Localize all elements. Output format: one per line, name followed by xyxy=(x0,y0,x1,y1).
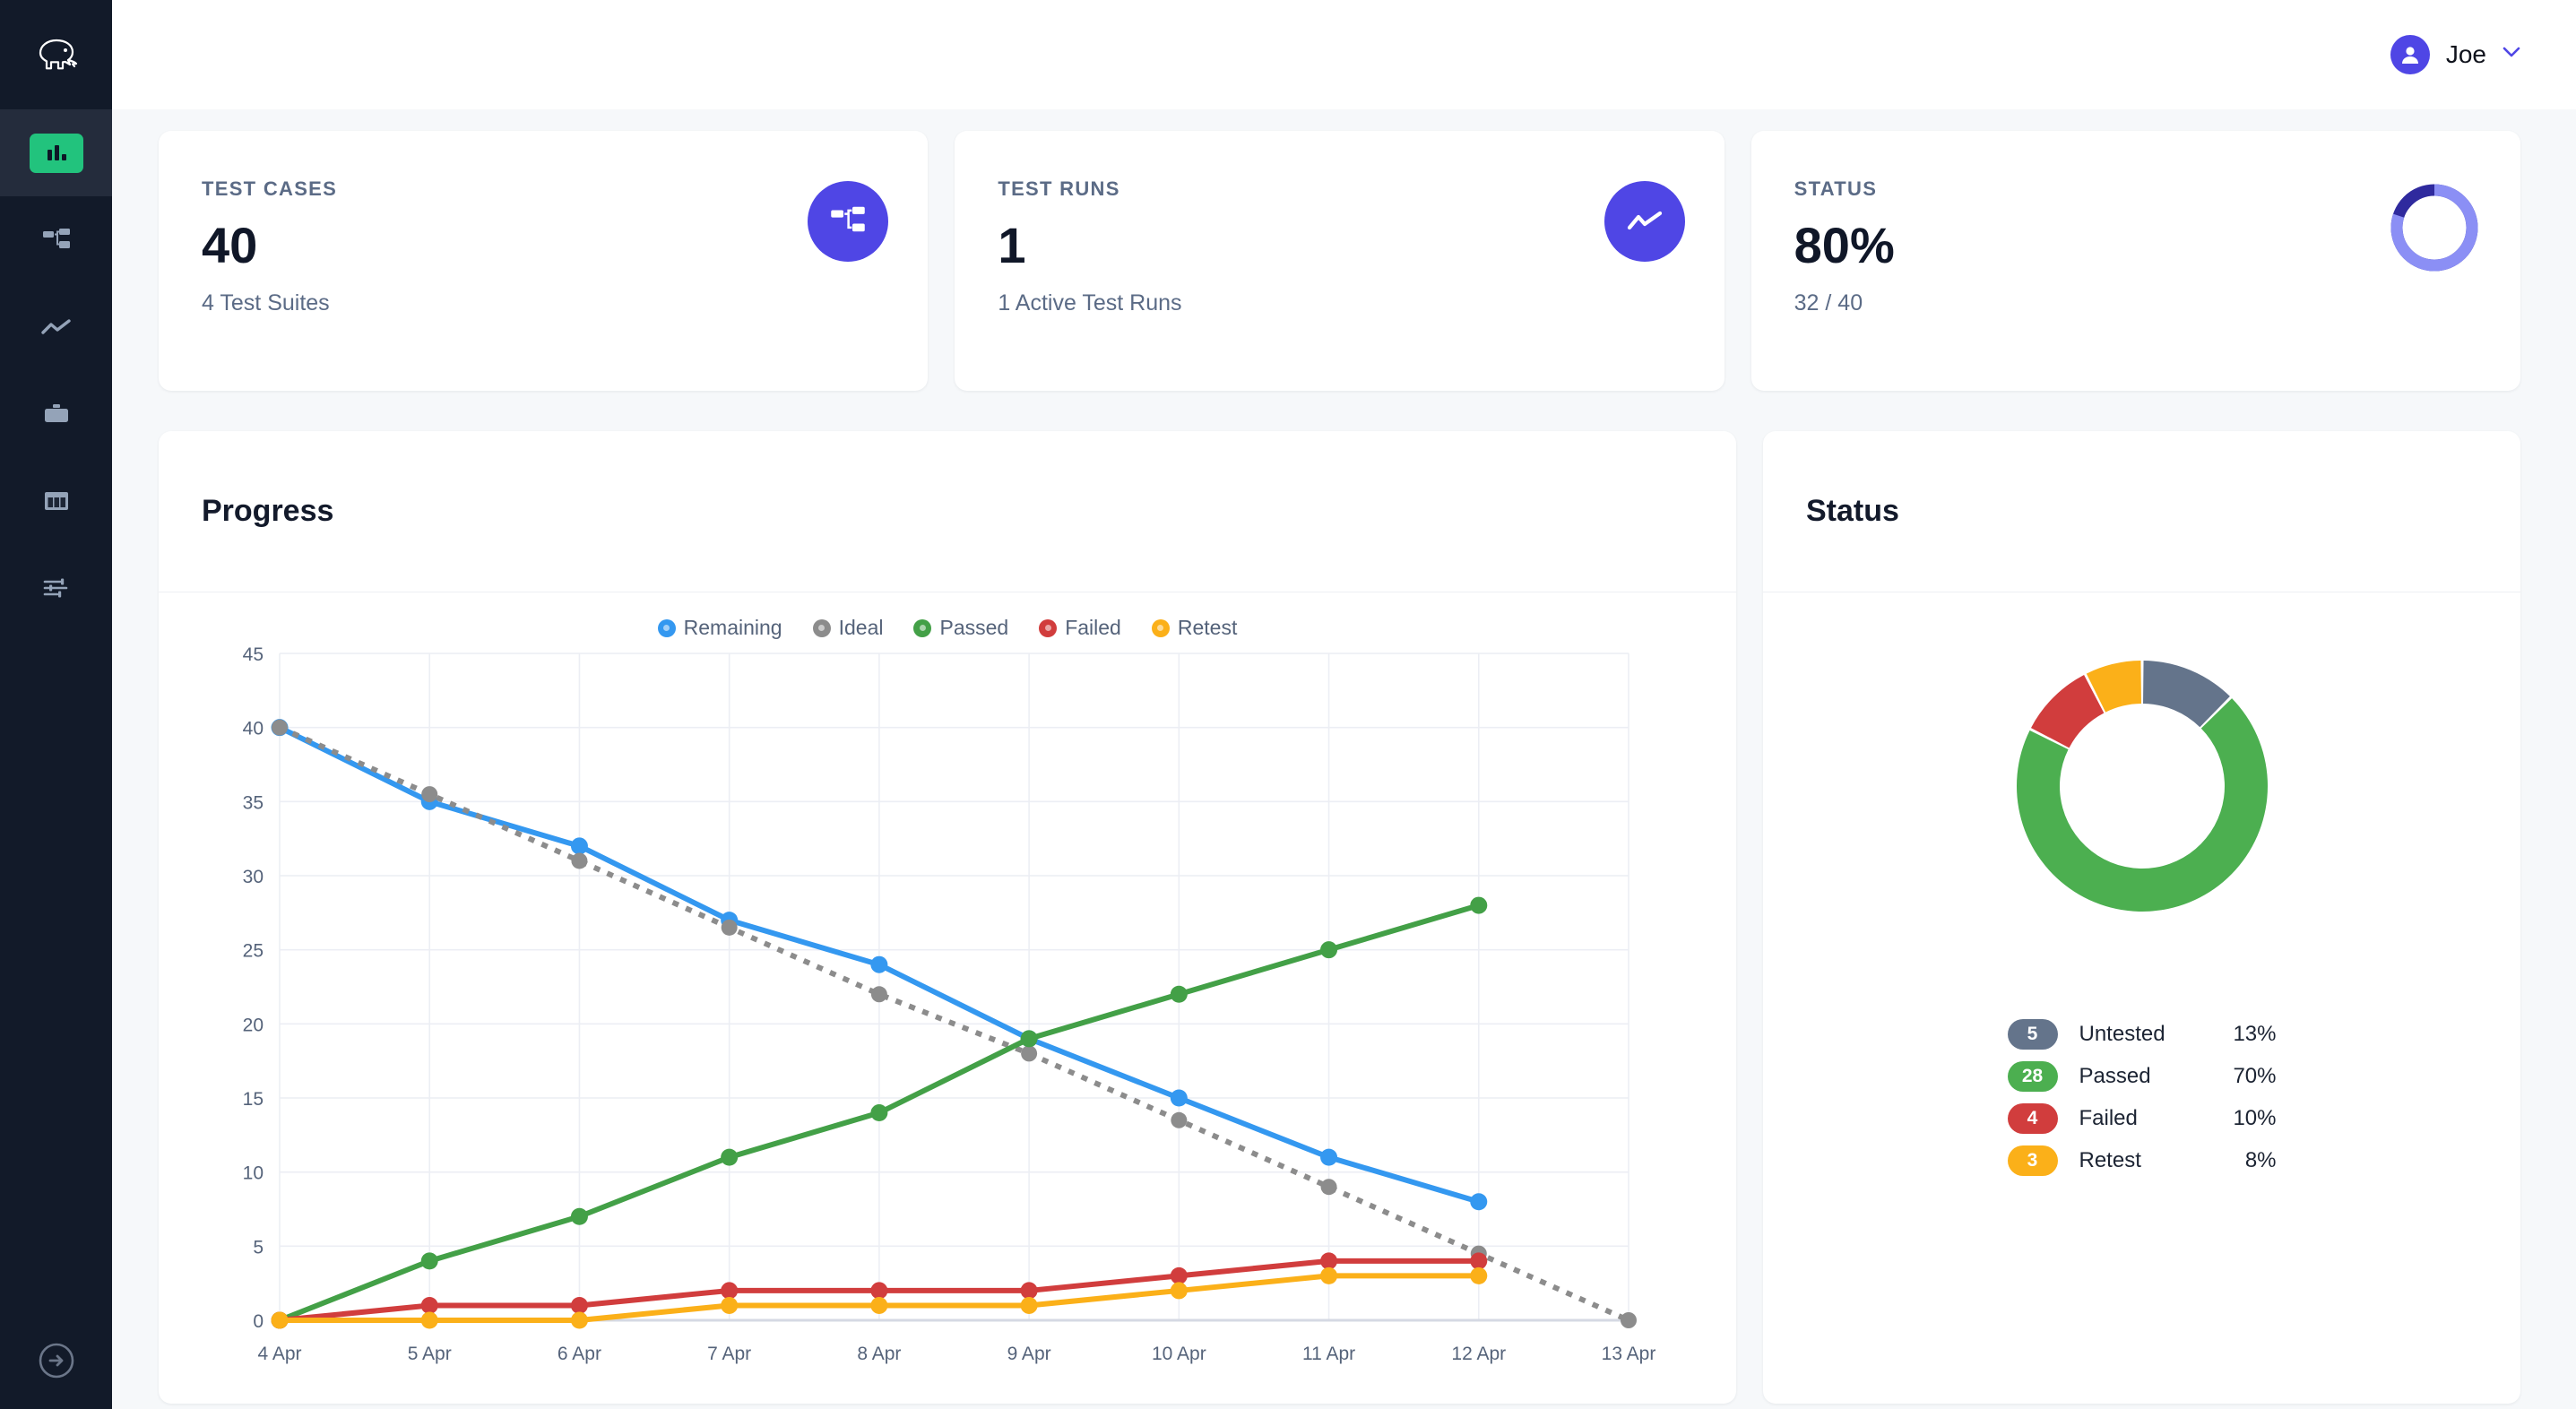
main-area: Joe TEST CASES 40 4 Test Suites TEST RUN… xyxy=(112,0,2576,1409)
stat-badge-test-runs xyxy=(1604,181,1685,262)
stat-subtitle: 4 Test Suites xyxy=(202,290,330,316)
sliders-icon xyxy=(30,568,83,608)
bar-chart-icon xyxy=(29,133,83,173)
activity-line-icon xyxy=(1627,211,1662,230)
status-chart-body: 5 Untested 13% 28 Passed 70% 4 Failed 10% 3 Retest… xyxy=(1763,592,2520,1404)
status-panel-title: Status xyxy=(1806,494,1899,528)
sidebar-item-test-runs[interactable] xyxy=(0,283,112,370)
svg-text:7 Apr: 7 Apr xyxy=(707,1344,751,1364)
status-legend-label: Retest xyxy=(2079,1148,2141,1172)
svg-text:13 Apr: 13 Apr xyxy=(1602,1344,1656,1364)
sidebar-nav xyxy=(0,109,112,631)
svg-text:11 Apr: 11 Apr xyxy=(1302,1344,1355,1364)
svg-text:25: 25 xyxy=(243,941,264,962)
status-legend-percent: 13% xyxy=(2233,1022,2277,1046)
svg-text:8 Apr: 8 Apr xyxy=(857,1344,901,1364)
sidebar-item-test-cases[interactable] xyxy=(0,196,112,283)
status-panel: Status 5 Untested 13% 28 Passed 70% 4 Failed 10%… xyxy=(1763,431,2520,1404)
stat-badge-test-cases xyxy=(808,181,889,262)
stat-card-test-runs[interactable]: TEST RUNS 1 1 Active Test Runs xyxy=(955,131,1725,391)
sidebar-item-boards[interactable] xyxy=(0,457,112,544)
status-count-badge: 4 xyxy=(2007,1103,2058,1134)
arrow-right-circle-icon xyxy=(39,1343,73,1379)
status-donut-chart[interactable] xyxy=(2008,652,2277,921)
stat-card-text: STATUS 80% 32 / 40 xyxy=(1794,177,1895,316)
stat-cards-row: TEST CASES 40 4 Test Suites TEST RUNS 1 … xyxy=(159,131,2520,391)
status-count-badge: 28 xyxy=(2007,1061,2058,1092)
progress-line-chart[interactable]: 0 5 10 15 20 25 30 35 40 45 4 Apr 5 Apr 6 Apr 7 Apr 8 … xyxy=(159,592,1736,1404)
svg-text:45: 45 xyxy=(243,644,264,665)
svg-text:35: 35 xyxy=(243,792,264,813)
progress-chart-body: Remaining Ideal Passed Failed Retest 0 5 10 15 2… xyxy=(159,592,1736,1404)
stat-card-test-cases[interactable]: TEST CASES 40 4 Test Suites xyxy=(159,131,929,391)
briefcase-icon xyxy=(30,394,83,434)
progress-panel: Progress Remaining Ideal Passed Failed Retes… xyxy=(159,431,1736,1404)
avatar xyxy=(2390,35,2430,74)
stat-value: 40 xyxy=(202,217,258,273)
svg-text:12 Apr: 12 Apr xyxy=(1451,1344,1506,1364)
sitemap-icon xyxy=(30,220,83,260)
status-legend-label: Failed xyxy=(2079,1106,2138,1130)
svg-text:15: 15 xyxy=(243,1089,264,1110)
user-name-label: Joe xyxy=(2445,40,2486,68)
svg-text:9 Apr: 9 Apr xyxy=(1007,1344,1051,1364)
status-legend-row[interactable]: 28 Passed 70% xyxy=(2007,1061,2277,1092)
stat-label: TEST RUNS xyxy=(998,177,1120,200)
sidebar-item-settings[interactable] xyxy=(0,544,112,631)
stat-subtitle: 1 Active Test Runs xyxy=(998,290,1182,316)
stat-subtitle: 32 / 40 xyxy=(1794,290,1863,316)
status-legend-percent: 70% xyxy=(2233,1064,2277,1088)
status-legend-row[interactable]: 4 Failed 10% xyxy=(2007,1103,2277,1134)
columns-icon xyxy=(30,481,83,521)
svg-text:4 Apr: 4 Apr xyxy=(257,1344,301,1364)
status-legend-percent: 10% xyxy=(2233,1106,2277,1130)
status-panel-header: Status xyxy=(1763,431,2520,592)
svg-text:10 Apr: 10 Apr xyxy=(1152,1344,1206,1364)
sidebar-toggle-button[interactable] xyxy=(0,1341,112,1380)
page-title: Progress xyxy=(202,494,334,528)
status-legend-label: Passed xyxy=(2079,1064,2151,1088)
svg-text:10: 10 xyxy=(243,1163,264,1184)
stat-card-status[interactable]: STATUS 80% 32 / 40 xyxy=(1750,131,2520,391)
stat-value: 1 xyxy=(998,217,1026,273)
sidebar-item-dashboard[interactable] xyxy=(0,109,112,196)
progress-ring-icon xyxy=(2388,181,2481,274)
stat-label: TEST CASES xyxy=(202,177,338,200)
status-legend: 5 Untested 13% 28 Passed 70% 4 Failed 10% 3 Retest… xyxy=(2007,1019,2277,1188)
dashboard-content: TEST CASES 40 4 Test Suites TEST RUNS 1 … xyxy=(112,109,2576,1409)
svg-text:40: 40 xyxy=(243,719,264,739)
svg-text:5: 5 xyxy=(253,1237,264,1258)
sidebar xyxy=(0,0,112,1409)
svg-text:30: 30 xyxy=(243,867,264,887)
status-count-badge: 5 xyxy=(2007,1019,2058,1050)
status-legend-row[interactable]: 3 Retest 8% xyxy=(2007,1145,2277,1176)
progress-panel-header: Progress xyxy=(159,431,1736,592)
status-legend-percent: 8% xyxy=(2244,1148,2277,1172)
svg-text:6 Apr: 6 Apr xyxy=(558,1344,601,1364)
top-bar: Joe xyxy=(112,0,2576,109)
stat-value: 80% xyxy=(1794,217,1895,273)
status-legend-label: Untested xyxy=(2079,1022,2165,1046)
stat-card-text: TEST RUNS 1 1 Active Test Runs xyxy=(998,177,1181,316)
stat-card-text: TEST CASES 40 4 Test Suites xyxy=(202,177,337,316)
svg-text:5 Apr: 5 Apr xyxy=(408,1344,452,1364)
svg-text:20: 20 xyxy=(243,1015,264,1035)
app-logo[interactable] xyxy=(0,0,112,109)
status-legend-row[interactable]: 5 Untested 13% xyxy=(2007,1019,2277,1050)
status-count-badge: 3 xyxy=(2007,1145,2058,1176)
app-root: Joe TEST CASES 40 4 Test Suites TEST RUN… xyxy=(0,0,2576,1409)
user-menu[interactable]: Joe xyxy=(2390,35,2520,74)
svg-text:0: 0 xyxy=(253,1311,264,1332)
chevron-down-icon[interactable] xyxy=(2503,46,2520,64)
elephant-logo-icon xyxy=(39,39,77,70)
trend-line-icon xyxy=(30,307,83,347)
user-avatar-icon xyxy=(2401,47,2418,64)
sidebar-item-projects[interactable] xyxy=(0,370,112,457)
panels-row: Progress Remaining Ideal Passed Failed Retes… xyxy=(159,431,2520,1404)
stat-label: STATUS xyxy=(1794,177,1878,200)
sitemap-icon xyxy=(831,206,866,232)
